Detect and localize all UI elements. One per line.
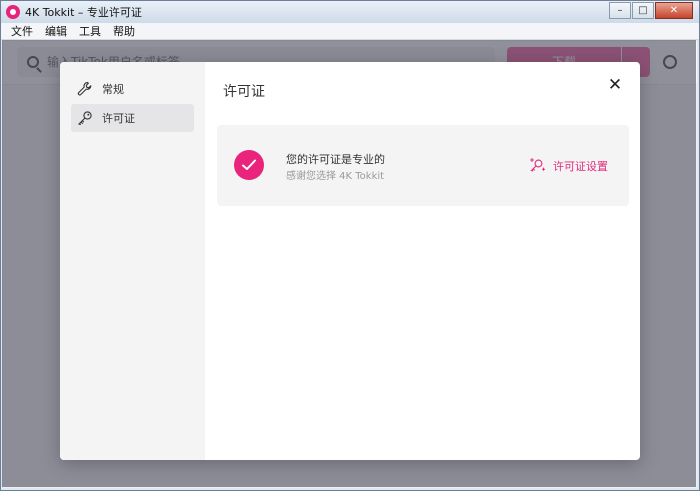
license-settings-label: 许可证设置 [553, 159, 608, 173]
key-sparkle-icon [530, 158, 546, 172]
close-window-button[interactable]: ✕ [655, 2, 693, 19]
sidebar-item-general[interactable]: 常规 [71, 75, 194, 103]
menu-help[interactable]: 帮助 [107, 23, 141, 39]
app-logo-icon [6, 5, 20, 19]
license-status: 您的许可证是专业的 [286, 153, 385, 166]
wrench-icon [77, 81, 92, 96]
sidebar-item-label: 常规 [102, 83, 124, 96]
dialog-sidebar: 常规 许可证 [60, 62, 205, 460]
menu-edit[interactable]: 编辑 [39, 23, 73, 39]
license-settings-button[interactable]: 许可证设置 [529, 157, 608, 174]
sidebar-item-license[interactable]: 许可证 [71, 104, 194, 132]
license-thanks: 感谢您选择 4K Tokkit [286, 171, 385, 182]
close-icon[interactable]: ✕ [606, 76, 624, 94]
menu-file[interactable]: 文件 [5, 23, 39, 39]
maximize-button[interactable]: □ [632, 2, 654, 19]
sidebar-item-label: 许可证 [102, 112, 135, 125]
window-title: 4K Tokkit – 专业许可证 [25, 6, 142, 19]
key-icon [77, 111, 92, 125]
page-title: 许可证 [223, 84, 265, 100]
menu-tools[interactable]: 工具 [73, 23, 107, 39]
window-controls: – □ ✕ [608, 2, 693, 19]
menu-bar: 文件 编辑 工具 帮助 [1, 23, 699, 40]
checkmark-icon [234, 150, 264, 180]
license-card: 您的许可证是专业的 感谢您选择 4K Tokkit 许可证设置 [217, 125, 629, 206]
title-bar[interactable]: 4K Tokkit – 专业许可证 – □ ✕ [1, 1, 699, 23]
dialog-main: 许可证 ✕ 您的许可证是专业的 感谢您选择 4K Tokkit 许可证设置 [205, 62, 640, 460]
preferences-dialog: 常规 许可证 许可证 ✕ 您的许可证是专业的 感谢您选择 4K Tokkit 许… [60, 62, 640, 460]
minimize-button[interactable]: – [609, 2, 631, 19]
